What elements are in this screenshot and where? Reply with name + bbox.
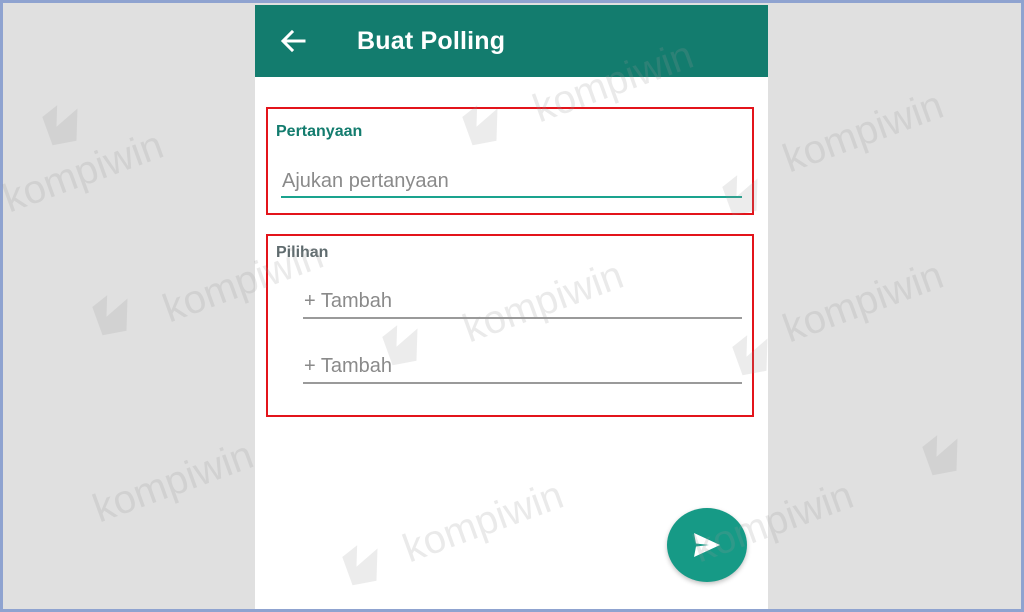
option-input-2[interactable] bbox=[304, 352, 741, 380]
options-label: Pilihan bbox=[276, 244, 329, 261]
phone-screen: Buat Polling Pertanyaan Pilihan bbox=[255, 5, 768, 609]
question-input[interactable] bbox=[282, 167, 742, 195]
option-underline-1 bbox=[303, 317, 742, 319]
option-underline-2 bbox=[303, 382, 742, 384]
send-button[interactable] bbox=[667, 508, 747, 582]
app-bar: Buat Polling bbox=[255, 5, 768, 77]
question-label: Pertanyaan bbox=[276, 123, 363, 140]
option-input-1[interactable] bbox=[304, 287, 741, 315]
page-title: Buat Polling bbox=[357, 27, 506, 55]
options-highlight-box bbox=[266, 234, 754, 417]
arrow-left-icon[interactable] bbox=[279, 27, 307, 55]
question-underline bbox=[281, 196, 742, 198]
send-icon bbox=[694, 533, 720, 557]
